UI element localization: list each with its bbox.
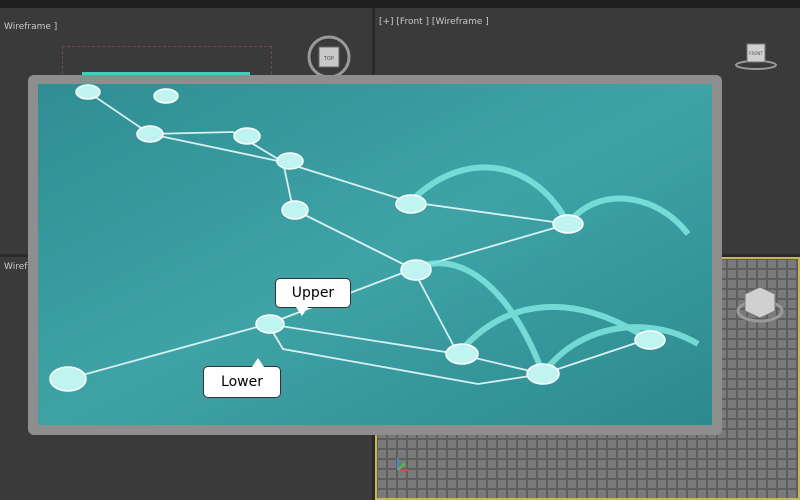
top-menu-strip: [0, 0, 800, 8]
viewcube-top[interactable]: TOP: [306, 34, 352, 80]
axis-gizmo-icon: [397, 458, 409, 471]
viewcube-box[interactable]: [744, 286, 776, 319]
callout-lower: Lower: [203, 358, 281, 398]
viewcube-face-label: FRONT: [749, 51, 763, 56]
viewcube-face-label: TOP: [323, 56, 334, 62]
viewport-label-top[interactable]: Wireframe ]: [4, 22, 57, 32]
water-ripple-network-image: [38, 84, 712, 425]
callout-upper: Upper: [275, 278, 351, 316]
viewcube-front[interactable]: FRONT: [733, 38, 779, 74]
overlay-image-frame: [28, 75, 722, 435]
viewport-label-front[interactable]: [+] [Front ] [Wireframe ]: [379, 17, 489, 27]
viewcube-perspective[interactable]: [735, 281, 785, 327]
